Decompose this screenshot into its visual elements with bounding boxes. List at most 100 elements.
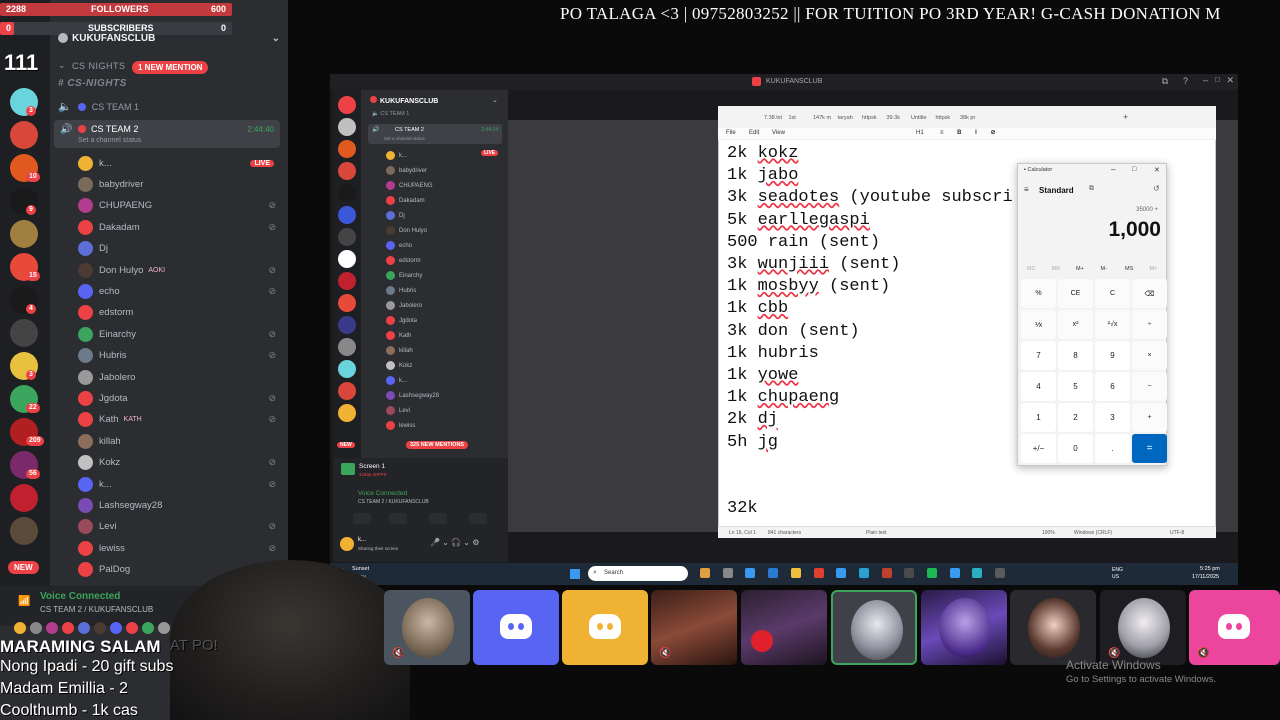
voice-member[interactable]: Jgdota ⊘ xyxy=(78,389,278,407)
memory-2[interactable]: M+ xyxy=(1076,266,1084,272)
voice-member[interactable]: Jabolero xyxy=(78,368,278,386)
calc-key[interactable]: +/− xyxy=(1021,434,1056,463)
voice-member[interactable]: edstorm xyxy=(78,304,278,322)
taskbar-app-icon[interactable] xyxy=(745,568,756,578)
taskbar-app-icon[interactable] xyxy=(949,568,960,578)
voice-member[interactable]: babydriver xyxy=(78,175,278,193)
start-icon[interactable] xyxy=(570,569,580,579)
calc-minimize-icon[interactable]: – xyxy=(1111,165,1115,174)
calc-key[interactable]: 3 xyxy=(1095,403,1130,432)
server-header[interactable]: KUKUFANSCLUB ⌄ xyxy=(58,31,280,45)
heading-dropdown[interactable]: H1 xyxy=(916,130,924,136)
server-icon[interactable] xyxy=(10,319,38,347)
cam-participant-2[interactable] xyxy=(473,590,559,665)
cam-participant-4[interactable]: 🔇 xyxy=(651,590,737,665)
taskbar-search[interactable]: ⌕ Search xyxy=(588,566,688,581)
calc-key[interactable]: ²√x xyxy=(1095,310,1130,339)
voice-member[interactable]: CHUPAENG ⊘ xyxy=(78,197,278,215)
hamburger-icon[interactable]: ≡ xyxy=(1024,185,1029,194)
notepad-tab[interactable]: Untitle xyxy=(911,115,927,121)
calc-key[interactable]: 5 xyxy=(1058,372,1093,401)
voice-member[interactable]: k... ⊘ xyxy=(78,475,278,493)
cam-participant-8[interactable] xyxy=(1010,590,1096,665)
voice-member[interactable]: echo ⊘ xyxy=(78,282,278,300)
close-icon[interactable]: ✕ xyxy=(1226,75,1234,86)
memory-0[interactable]: MC xyxy=(1027,266,1036,272)
new-tab-icon[interactable]: + xyxy=(1123,112,1128,122)
taskbar-app-icon[interactable] xyxy=(858,568,869,578)
voice-member[interactable]: Kokz ⊘ xyxy=(78,454,278,472)
calc-key[interactable]: ⌫ xyxy=(1132,279,1167,308)
calc-key[interactable]: C xyxy=(1095,279,1130,308)
minimize-icon[interactable]: – xyxy=(1203,75,1208,85)
taskbar-app-icon[interactable] xyxy=(813,568,824,578)
taskbar-app-icon[interactable] xyxy=(700,568,710,578)
taskbar-app-icon[interactable] xyxy=(836,568,847,578)
channel-cs-team-2[interactable]: 🔊 CS TEAM 2 2:44:40 Set a channel status xyxy=(54,120,280,148)
cam-participant-6[interactable] xyxy=(831,590,917,665)
notepad-tab[interactable]: 38k pr xyxy=(960,115,975,121)
calc-key[interactable]: − xyxy=(1132,372,1167,401)
chevron-down-icon[interactable]: ⌄ xyxy=(272,33,280,44)
taskbar-app-icon[interactable] xyxy=(768,568,779,578)
calc-key[interactable]: ⅟x xyxy=(1021,310,1056,339)
voice-member[interactable]: Kath KATH ⊘ xyxy=(78,411,278,429)
taskbar-app-icon[interactable] xyxy=(722,568,733,578)
voice-member[interactable]: Dj xyxy=(78,240,278,258)
calc-key[interactable]: CE xyxy=(1058,279,1093,308)
calc-key[interactable]: 8 xyxy=(1058,341,1093,370)
memory-4[interactable]: MS xyxy=(1125,266,1133,272)
notepad-tab[interactable]: httpsk xyxy=(936,115,951,121)
calc-key[interactable]: + xyxy=(1132,403,1167,432)
voice-member[interactable]: Hubris ⊘ xyxy=(78,347,278,365)
cam-participant-5[interactable] xyxy=(741,590,827,665)
cam-participant-10[interactable]: 🔇 xyxy=(1189,590,1280,665)
calc-key[interactable]: 7 xyxy=(1021,341,1056,370)
notepad-tab[interactable]: httpsk xyxy=(862,115,877,121)
voice-member[interactable]: lewiss ⊘ xyxy=(78,539,278,557)
server-icon[interactable] xyxy=(10,121,38,149)
category-cs-nights[interactable]: ⌄ CS NIGHTS xyxy=(58,60,126,71)
calc-key[interactable]: x² xyxy=(1058,310,1093,339)
calc-key[interactable]: 0 xyxy=(1058,434,1093,463)
notepad-tab[interactable]: 39.3k xyxy=(887,115,900,121)
notepad-tab[interactable]: taryah xyxy=(838,115,853,121)
menu-file[interactable]: File xyxy=(726,130,736,136)
voice-member[interactable]: Lashsegway28 xyxy=(78,496,278,514)
menu-view[interactable]: View xyxy=(772,130,785,136)
voice-member[interactable]: killah xyxy=(78,432,278,450)
taskbar-app-icon[interactable] xyxy=(881,568,892,578)
calc-key[interactable]: % xyxy=(1021,279,1056,308)
calc-key[interactable]: 4 xyxy=(1021,372,1056,401)
taskbar-app-icon[interactable] xyxy=(972,568,983,578)
server-icon[interactable] xyxy=(10,517,38,545)
new-badge[interactable]: NEW xyxy=(8,561,39,574)
cam-participant-7[interactable] xyxy=(921,590,1007,665)
new-mention-pill[interactable]: 1 NEW MENTION xyxy=(132,61,209,74)
calc-key[interactable]: 1 xyxy=(1021,403,1056,432)
language-label[interactable]: ENG xyxy=(1112,567,1123,573)
history-icon[interactable]: ↺ xyxy=(1153,184,1160,193)
clock-time[interactable]: 5:25 pm xyxy=(1200,566,1220,572)
calc-key[interactable]: . xyxy=(1095,434,1130,463)
calc-maximize-icon[interactable]: □ xyxy=(1132,166,1136,173)
calc-close-icon[interactable]: ✕ xyxy=(1154,166,1160,174)
cam-participant-3[interactable] xyxy=(562,590,648,665)
calc-key[interactable]: × xyxy=(1132,341,1167,370)
memory-3[interactable]: M- xyxy=(1101,266,1107,272)
notepad-tab[interactable]: 147k m xyxy=(813,115,831,121)
calc-key[interactable]: ÷ xyxy=(1132,310,1167,339)
taskbar-app-icon[interactable] xyxy=(904,568,915,578)
maximize-icon[interactable]: □ xyxy=(1215,75,1220,84)
memory-1[interactable]: MR xyxy=(1052,266,1061,272)
taskbar-app-icon[interactable] xyxy=(995,568,1006,578)
calc-key[interactable]: = xyxy=(1132,434,1167,463)
memory-5[interactable]: M˅ xyxy=(1150,266,1158,272)
channel-status[interactable]: Set a channel status xyxy=(78,137,141,144)
voice-member[interactable]: Dakadam ⊘ xyxy=(78,218,278,236)
cam-participant-9[interactable]: 🔇 xyxy=(1100,590,1186,665)
taskbar-app-icon[interactable] xyxy=(927,568,937,578)
voice-member[interactable]: Levi ⊘ xyxy=(78,518,278,536)
popout-icon[interactable]: ⧉ xyxy=(1162,76,1168,87)
cam-participant-1[interactable]: 🔇 xyxy=(384,590,470,665)
